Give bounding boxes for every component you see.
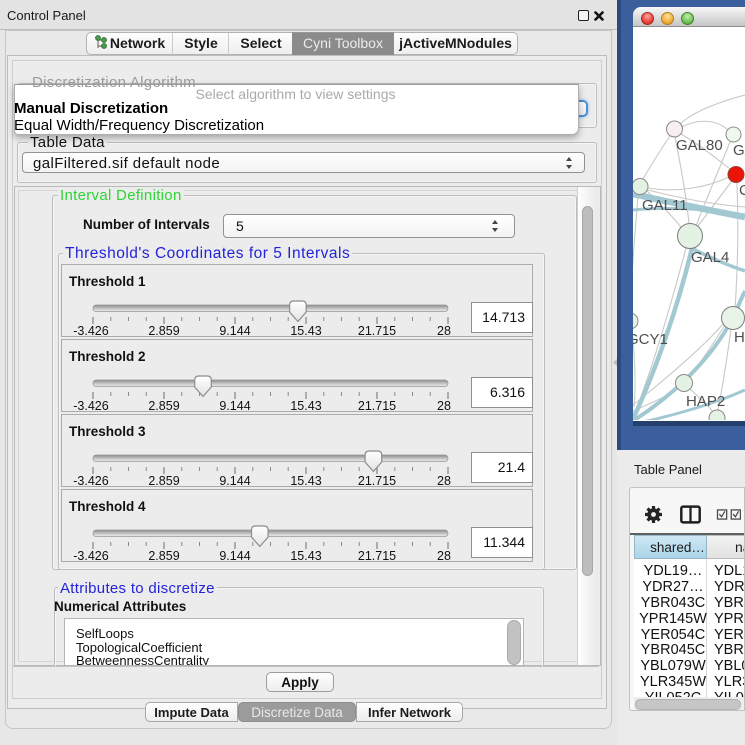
svg-text:9.144: 9.144 bbox=[219, 474, 250, 488]
svg-text:28: 28 bbox=[437, 324, 451, 338]
svg-text:GAL4: GAL4 bbox=[691, 249, 729, 266]
svg-text:HAP2: HAP2 bbox=[686, 393, 725, 410]
svg-text:-3.426: -3.426 bbox=[73, 324, 108, 338]
svg-text:-3.426: -3.426 bbox=[73, 549, 108, 563]
svg-text:21.715: 21.715 bbox=[358, 549, 396, 563]
svg-text:28: 28 bbox=[437, 474, 451, 488]
svg-text:15.43: 15.43 bbox=[290, 549, 321, 563]
svg-text:GA: GA bbox=[733, 142, 745, 159]
svg-text:GAL11: GAL11 bbox=[642, 197, 688, 214]
svg-text:28: 28 bbox=[437, 549, 451, 563]
svg-text:28: 28 bbox=[437, 399, 451, 413]
svg-text:-3.426: -3.426 bbox=[73, 399, 108, 413]
svg-text:H: H bbox=[734, 329, 745, 346]
svg-text:9.144: 9.144 bbox=[219, 549, 250, 563]
svg-text:2.859: 2.859 bbox=[148, 549, 179, 563]
svg-text:15.43: 15.43 bbox=[290, 474, 321, 488]
svg-text:2.859: 2.859 bbox=[148, 324, 179, 338]
svg-text:15.43: 15.43 bbox=[290, 399, 321, 413]
svg-text:15.43: 15.43 bbox=[290, 324, 321, 338]
svg-text:2.859: 2.859 bbox=[148, 399, 179, 413]
svg-text:-3.426: -3.426 bbox=[73, 474, 108, 488]
svg-text:GAL80: GAL80 bbox=[676, 137, 723, 154]
svg-text:C: C bbox=[739, 182, 745, 199]
svg-text:21.715: 21.715 bbox=[358, 474, 396, 488]
svg-text:21.715: 21.715 bbox=[358, 324, 396, 338]
svg-text:GCY1: GCY1 bbox=[633, 331, 668, 348]
svg-text:9.144: 9.144 bbox=[219, 399, 250, 413]
svg-text:2.859: 2.859 bbox=[148, 474, 179, 488]
svg-text:21.715: 21.715 bbox=[358, 399, 396, 413]
svg-text:9.144: 9.144 bbox=[219, 324, 250, 338]
